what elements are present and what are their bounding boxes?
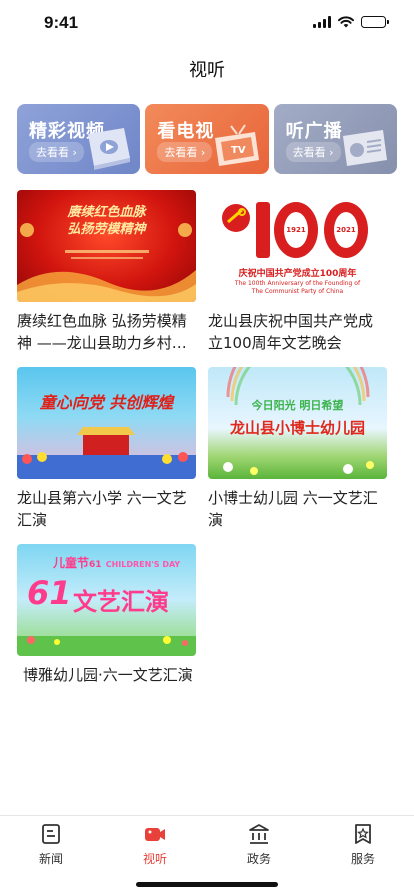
- category-title: 听广播: [285, 121, 343, 142]
- video-item[interactable]: 赓续红色血脉 弘扬劳模精神 赓续红色血脉 弘扬劳模精神 ——龙山县助力乡村振兴先…: [17, 190, 196, 354]
- battery-icon: [361, 16, 389, 28]
- tab-media[interactable]: 视听: [120, 822, 190, 867]
- tab-service[interactable]: 服务: [328, 822, 398, 867]
- thumbnail-caption: 赓续红色血脉 弘扬劳模精神: [67, 205, 146, 237]
- category-title: 看电视: [157, 121, 215, 142]
- video-item[interactable]: 100 1921 2021 庆祝中国共产党成立100周年 The 100th A…: [208, 190, 387, 354]
- svg-text:TV: TV: [231, 145, 246, 156]
- category-subtitle: 去看看 ›: [29, 142, 84, 162]
- category-card-radio[interactable]: 听广播 去看看 ›: [273, 104, 397, 174]
- video-title[interactable]: 龙山县庆祝中国共产党成立100周年文艺晚会: [208, 310, 387, 354]
- video-item[interactable]: 今日阳光 明日希望 龙山县小博士幼儿园 小博士幼儿园 六一文艺汇演: [208, 367, 387, 531]
- category-subtitle: 去看看 ›: [157, 142, 213, 162]
- thumbnail-caption: 童心向党 共创辉煌: [39, 393, 174, 412]
- video-title[interactable]: 赓续红色血脉 弘扬劳模精神 ——龙山县助力乡村振兴先进事迹报告会: [17, 310, 196, 354]
- video-thumbnail[interactable]: 今日阳光 明日希望 龙山县小博士幼儿园: [208, 367, 387, 479]
- tab-label: 政务: [246, 852, 271, 866]
- service-icon: [355, 824, 371, 844]
- tab-label: 视听: [142, 852, 167, 866]
- thumbnail-caption: 儿童节61 CHILDREN'S DAY 61 文艺汇演: [27, 556, 181, 616]
- status-time: 9:41: [44, 13, 79, 32]
- video-thumbnail[interactable]: 赓续红色血脉 弘扬劳模精神: [17, 190, 196, 302]
- home-indicator: [136, 882, 278, 887]
- tab-label: 新闻: [38, 852, 63, 866]
- video-title[interactable]: 龙山县第六小学 六一文艺汇演: [17, 487, 196, 531]
- video-title[interactable]: 小博士幼儿园 六一文艺汇演: [208, 487, 387, 531]
- category-subtitle: 去看看 ›: [285, 142, 341, 162]
- page-title: 视听: [189, 60, 225, 81]
- tv-icon: TV: [214, 124, 259, 166]
- category-card-videos[interactable]: 精彩视频 去看看 ›: [17, 104, 141, 174]
- video-player-icon: [88, 128, 131, 170]
- category-card-tv[interactable]: 看电视 去看看 › TV: [145, 104, 269, 174]
- video-thumbnail[interactable]: 100 1921 2021 庆祝中国共产党成立100周年 The 100th A…: [208, 190, 387, 302]
- video-item[interactable]: 儿童节61 CHILDREN'S DAY 61 文艺汇演 博雅幼儿园·六一文艺汇…: [17, 544, 196, 686]
- government-icon: [249, 824, 269, 844]
- wifi-icon: [338, 16, 354, 28]
- camera-icon: [145, 828, 165, 841]
- radio-icon: [342, 130, 387, 166]
- video-title[interactable]: 博雅幼儿园·六一文艺汇演: [17, 664, 196, 686]
- video-thumbnail[interactable]: 童心向党 共创辉煌: [17, 367, 196, 479]
- thumbnail-caption: 100 1921 2021 庆祝中国共产党成立100周年 The 100th A…: [234, 226, 361, 295]
- video-item[interactable]: 童心向党 共创辉煌 龙山县第六小学 六一文艺汇演: [17, 367, 196, 531]
- status-icons: [313, 16, 389, 28]
- cellular-signal-icon: [313, 16, 331, 28]
- thumbnail-caption: 今日阳光 明日希望 龙山县小博士幼儿园: [229, 399, 365, 437]
- tab-label: 服务: [350, 852, 375, 866]
- news-icon: [42, 824, 60, 844]
- status-bar: 9:41: [0, 0, 414, 46]
- tab-government[interactable]: 政务: [224, 822, 294, 867]
- video-thumbnail[interactable]: 儿童节61 CHILDREN'S DAY 61 文艺汇演: [17, 544, 196, 656]
- category-row: 精彩视频 去看看 › 看电视 去看看 › TV 听广播 去看看 ›: [17, 104, 397, 174]
- thumbnail-art: [17, 427, 196, 479]
- tab-news[interactable]: 新闻: [16, 822, 86, 867]
